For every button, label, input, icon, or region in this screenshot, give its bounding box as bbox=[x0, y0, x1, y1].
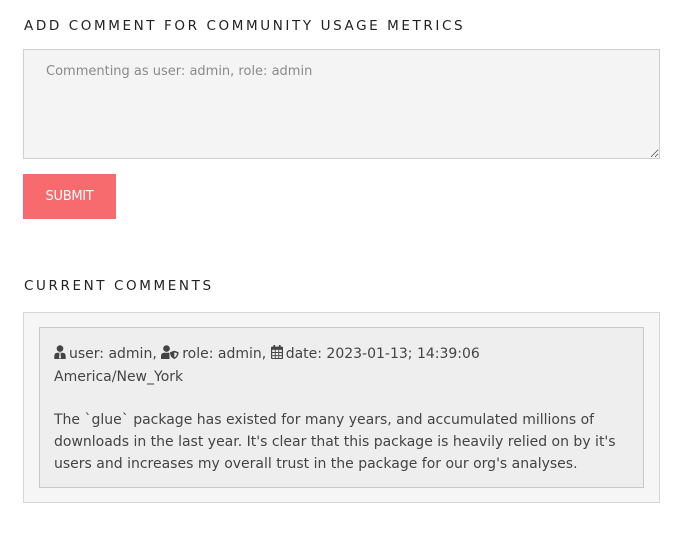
comments-panel: user: admin, role: admin, date: 2023-01-… bbox=[23, 312, 660, 503]
comment-card: user: admin, role: admin, date: 2023-01-… bbox=[39, 327, 644, 488]
comment-meta: user: admin, role: admin, date: 2023-01-… bbox=[54, 343, 629, 388]
calendar-icon bbox=[270, 344, 283, 366]
current-comments-heading: CURRENT COMMENTS bbox=[24, 278, 214, 294]
comment-role: role: admin, bbox=[182, 346, 267, 362]
comments-page: ADD COMMENT FOR COMMUNITY USAGE METRICS … bbox=[0, 0, 691, 533]
comment-date: date: 2023-01-13; 14:39:06 bbox=[285, 346, 480, 362]
user-icon bbox=[54, 344, 66, 366]
add-comment-heading: ADD COMMENT FOR COMMUNITY USAGE METRICS bbox=[24, 18, 466, 34]
comment-body: The `glue` package has existed for many … bbox=[54, 412, 616, 472]
user-shield-icon bbox=[161, 344, 179, 366]
submit-button[interactable]: SUBMIT bbox=[23, 174, 116, 219]
comment-textarea[interactable] bbox=[23, 49, 660, 159]
comment-user: user: admin, bbox=[69, 346, 157, 362]
comment-timezone: America/New_York bbox=[54, 369, 184, 385]
